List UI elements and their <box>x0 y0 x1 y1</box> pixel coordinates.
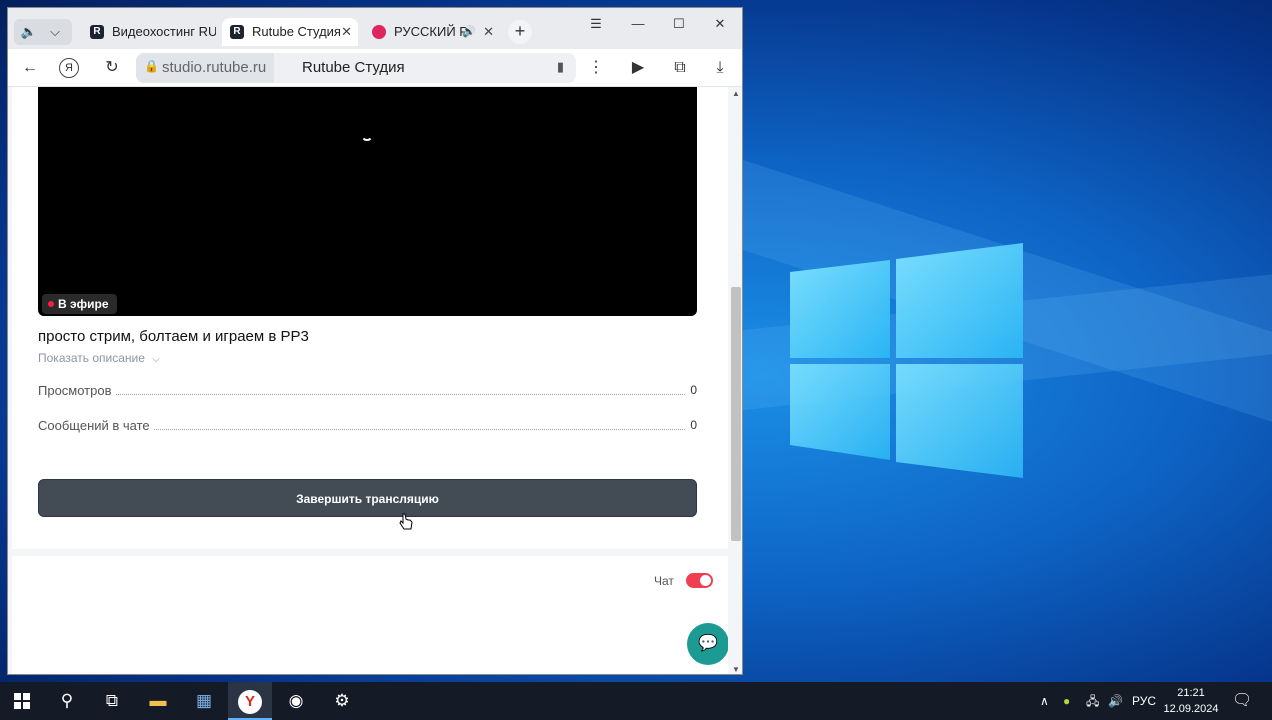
taskbar: ⚲ ⧉ ▬ ▦ Y ◉ ⚙ ∧ ● 🖧 🔊 РУС 21:21 12.09.20… <box>0 682 1272 720</box>
stat-label: Сообщений в чате <box>38 418 154 433</box>
scroll-up-arrow-icon[interactable]: ▲ <box>732 89 740 98</box>
scrollbar[interactable]: ▲ ▼ <box>728 87 742 674</box>
chat-card: Чат 💬 <box>12 556 729 674</box>
network-icon[interactable]: 🖧 <box>1086 682 1099 720</box>
stream-card: В эфире просто стрим, болтаем и играем в… <box>12 87 728 549</box>
start-button[interactable] <box>0 682 44 720</box>
live-dot-icon <box>48 301 54 307</box>
video-popup-icon[interactable]: ▶ <box>626 56 650 80</box>
rutube-favicon-icon: R <box>90 25 104 39</box>
browser-toolbar: ← Я ↻ studio.rutube.ru 🔒 Rutube Студия ▮… <box>8 49 742 87</box>
stream-title: просто стрим, болтаем и играем в PP3 <box>38 328 309 345</box>
volume-icon[interactable]: 🔊 <box>1108 682 1123 720</box>
stat-value: 0 <box>686 383 697 397</box>
address-bar[interactable]: studio.rutube.ru 🔒 Rutube Студия ▮ <box>136 53 576 83</box>
file-explorer-icon[interactable]: ▬ <box>136 682 180 720</box>
loading-spinner-icon <box>361 129 373 141</box>
toggle-knob <box>700 575 711 586</box>
chat-bubble-icon: 💬 <box>698 635 718 652</box>
tray-chevron-up-icon[interactable]: ∧ <box>1040 682 1049 720</box>
tab-label: Rutube Студия <box>252 24 341 39</box>
scrollbar-thumb[interactable] <box>731 287 741 541</box>
minimize-button[interactable]: — <box>620 12 656 36</box>
reload-icon[interactable]: ↻ <box>100 56 124 80</box>
tab-rutube-studio[interactable]: R Rutube Студия ✕ <box>222 18 358 46</box>
menu-icon[interactable]: ☰ <box>578 12 614 36</box>
tab-bar: 🔈 ⌵ R Видеохостинг RU R Rutube Студия ✕ … <box>8 8 742 49</box>
dotted-leader <box>38 394 697 395</box>
close-icon[interactable]: ✕ <box>341 18 352 46</box>
windows-start-icon <box>14 693 30 709</box>
clock[interactable]: 21:21 12.09.2024 <box>1160 685 1222 717</box>
stat-value: 0 <box>686 418 697 432</box>
address-page-title[interactable]: Rutube Студия <box>302 53 405 83</box>
tab-audio-button[interactable]: 🔈 ⌵ <box>14 19 72 45</box>
video-player[interactable]: В эфире <box>38 87 697 316</box>
live-badge-label: В эфире <box>58 297 109 311</box>
yandex-browser-taskbar-icon[interactable]: Y <box>228 682 272 720</box>
chevron-down-icon: ⌵ <box>152 354 160 365</box>
stat-label: Просмотров <box>38 383 116 398</box>
chevron-down-icon[interactable]: ⌵ <box>44 22 66 42</box>
rutube-favicon-icon: R <box>230 25 244 39</box>
chat-toggle[interactable] <box>686 573 713 588</box>
search-icon[interactable]: ⚲ <box>45 682 89 720</box>
chat-toggle-label: Чат <box>654 574 674 588</box>
tab-label: РУССКИЙ Р <box>394 24 468 39</box>
back-arrow-icon[interactable]: ← <box>18 56 42 80</box>
maximize-button[interactable]: ☐ <box>661 12 697 36</box>
show-description-link[interactable]: Показать описание ⌵ <box>38 351 160 365</box>
notifications-icon[interactable]: 🗨 <box>1232 682 1252 720</box>
tab-label: Видеохостинг RU <box>112 24 216 39</box>
calculator-icon[interactable]: ▦ <box>182 682 226 720</box>
end-stream-button[interactable]: Завершить трансляцию <box>38 479 697 517</box>
clock-time: 21:21 <box>1177 687 1205 699</box>
tab-videohosting[interactable]: R Видеохостинг RU <box>82 18 216 46</box>
stat-row-chat-messages: Сообщений в чате 0 <box>38 418 697 436</box>
extensions-icon[interactable]: ⧉ <box>668 56 692 80</box>
download-icon[interactable]: ⤓ <box>708 56 732 80</box>
tray-app-icon[interactable]: ● <box>1063 682 1070 720</box>
lock-icon[interactable]: 🔒 <box>144 59 159 73</box>
obs-studio-icon[interactable]: ◉ <box>274 682 318 720</box>
settings-gear-icon[interactable]: ⚙ <box>320 682 364 720</box>
language-indicator[interactable]: РУС <box>1132 682 1156 720</box>
more-icon[interactable]: ⋮ <box>584 56 608 80</box>
stat-row-views: Просмотров 0 <box>38 383 697 401</box>
clock-date: 12.09.2024 <box>1163 703 1219 715</box>
chat-support-button[interactable]: 💬 <box>687 623 729 665</box>
browser-window: 🔈 ⌵ R Видеохостинг RU R Rutube Студия ✕ … <box>7 7 743 675</box>
bookmark-icon[interactable]: ▮ <box>557 59 564 75</box>
new-tab-button[interactable]: + <box>508 20 532 44</box>
tab-russian[interactable]: РУССКИЙ Р 🔊 ✕ <box>364 18 500 46</box>
windows-logo <box>790 243 1023 478</box>
speaker-icon[interactable]: 🔊 <box>462 18 476 46</box>
yandex-icon[interactable]: Я <box>59 58 79 78</box>
close-window-button[interactable]: ✕ <box>702 12 738 36</box>
scroll-down-arrow-icon[interactable]: ▼ <box>732 665 740 674</box>
close-icon[interactable]: ✕ <box>483 18 494 46</box>
task-view-icon[interactable]: ⧉ <box>90 682 134 720</box>
page-viewport: В эфире просто стрим, болтаем и играем в… <box>8 87 742 674</box>
speaker-icon[interactable]: 🔈 <box>18 22 40 42</box>
hand-cursor-icon <box>399 513 413 530</box>
live-badge: В эфире <box>42 294 117 314</box>
show-description-label: Показать описание <box>38 351 145 365</box>
record-icon <box>372 25 386 39</box>
